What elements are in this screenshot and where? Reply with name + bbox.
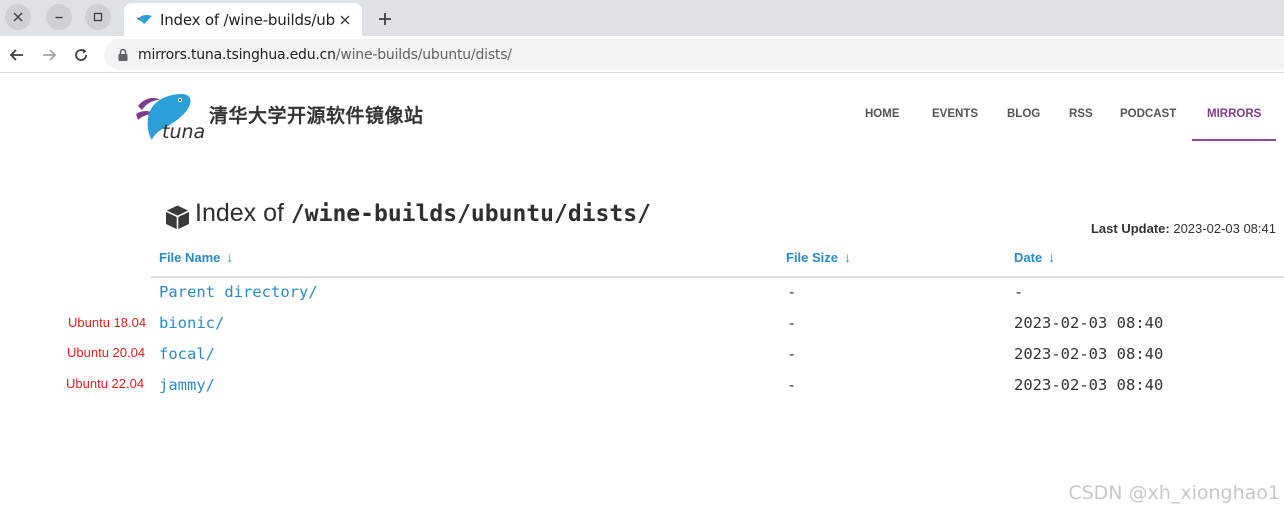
maximize-icon xyxy=(93,12,103,22)
back-button[interactable] xyxy=(4,42,30,68)
logo-text: tuna xyxy=(162,121,204,143)
column-header-label: File Size xyxy=(786,250,839,265)
nav-mirrors[interactable]: MIRRORS xyxy=(1207,108,1261,120)
minimize-window-button[interactable] xyxy=(46,4,72,30)
column-header-label: File Name xyxy=(159,250,221,265)
arrow-right-icon xyxy=(43,49,57,61)
file-link[interactable]: focal/ xyxy=(159,345,215,363)
plus-icon xyxy=(379,13,391,25)
column-header-file-size[interactable]: File Size ↓ xyxy=(786,249,851,265)
tuna-logo[interactable]: tuna xyxy=(134,88,205,144)
file-link[interactable]: Parent directory/ xyxy=(159,283,318,301)
header-divider xyxy=(151,276,1284,278)
version-annotation: Ubuntu 18.04 xyxy=(68,315,147,330)
file-date: 2023-02-03 08:40 xyxy=(1014,345,1164,363)
version-annotation: Ubuntu 20.04 xyxy=(67,345,146,360)
url-host: mirrors.tuna.tsinghua.edu.cn xyxy=(138,46,336,63)
nav-events[interactable]: EVENTS xyxy=(932,108,978,120)
last-update-label: Last Update: xyxy=(1090,221,1170,236)
page-title: Index of /wine-builds/ubuntu/dists/ xyxy=(195,199,651,228)
file-date: 2023-02-03 08:40 xyxy=(1014,314,1164,332)
file-link[interactable]: jammy/ xyxy=(159,376,215,394)
nav-active-underline xyxy=(1192,139,1276,141)
reload-icon xyxy=(75,48,87,61)
page-title-path: /wine-builds/ubuntu/dists/ xyxy=(290,201,651,227)
arrow-left-icon xyxy=(9,49,23,61)
reload-button[interactable] xyxy=(68,42,94,68)
table-row: Ubuntu 18.04 bionic/ - 2023-02-03 08:40 xyxy=(0,314,1284,344)
site-name[interactable]: 清华大学开源软件镜像站 xyxy=(209,101,424,128)
browser-toolbar: mirrors.tuna.tsinghua.edu.cn/wine-builds… xyxy=(0,36,1284,73)
tuna-fish-logo-icon: tuna xyxy=(136,94,205,143)
browser-tab[interactable]: Index of /wine-builds/ubuntu/dists/ xyxy=(124,3,362,36)
last-update: Last Update: 2023-02-03 08:41 xyxy=(1091,221,1276,236)
column-header-label: Date xyxy=(1014,250,1043,265)
sort-arrow-icon: ↓ xyxy=(844,249,852,265)
version-annotation: Ubuntu 22.04 xyxy=(66,376,145,391)
table-row: Parent directory/ - - xyxy=(0,283,1284,313)
file-link[interactable]: bionic/ xyxy=(159,314,224,332)
file-size: - xyxy=(787,314,797,332)
forward-button[interactable] xyxy=(36,42,62,68)
cube-icon xyxy=(165,205,190,230)
file-size: - xyxy=(787,283,797,301)
tab-title: Index of /wine-builds/ubuntu/dists/ xyxy=(160,10,336,29)
nav-podcast[interactable]: PODCAST xyxy=(1120,108,1176,120)
close-icon xyxy=(340,15,350,25)
file-size: - xyxy=(787,345,797,363)
file-date: 2023-02-03 08:40 xyxy=(1014,376,1164,394)
address-bar[interactable]: mirrors.tuna.tsinghua.edu.cn/wine-builds… xyxy=(104,39,1284,70)
url-path: /wine-builds/ubuntu/dists/ xyxy=(335,46,512,63)
nav-blog[interactable]: BLOG xyxy=(1007,108,1040,120)
nav-rss[interactable]: RSS xyxy=(1069,108,1093,120)
column-header-file-name[interactable]: File Name ↓ xyxy=(159,249,233,265)
last-update-value: 2023-02-03 08:41 xyxy=(1173,221,1276,236)
table-row: Ubuntu 20.04 focal/ - 2023-02-03 08:40 xyxy=(0,345,1284,375)
nav-home[interactable]: HOME xyxy=(865,108,900,120)
file-size: - xyxy=(787,376,797,394)
watermark: CSDN @xh_xionghao1 xyxy=(1068,482,1280,504)
browser-titlebar: Index of /wine-builds/ubuntu/dists/ xyxy=(0,0,1284,36)
page-title-label: Index of xyxy=(195,199,284,227)
sort-arrow-icon: ↓ xyxy=(226,249,234,265)
tuna-favicon-icon xyxy=(136,14,152,24)
tab-close-button[interactable] xyxy=(336,11,354,29)
file-date: - xyxy=(1014,283,1024,301)
close-icon xyxy=(13,12,23,22)
column-header-date[interactable]: Date ↓ xyxy=(1014,249,1055,265)
minimize-icon xyxy=(55,16,63,19)
sort-arrow-icon: ↓ xyxy=(1048,249,1056,265)
table-row: Ubuntu 22.04 jammy/ - 2023-02-03 08:40 xyxy=(0,376,1284,406)
lock-icon xyxy=(118,48,128,61)
new-tab-button[interactable] xyxy=(372,6,398,32)
maximize-window-button[interactable] xyxy=(85,4,111,30)
close-window-button[interactable] xyxy=(5,4,31,30)
